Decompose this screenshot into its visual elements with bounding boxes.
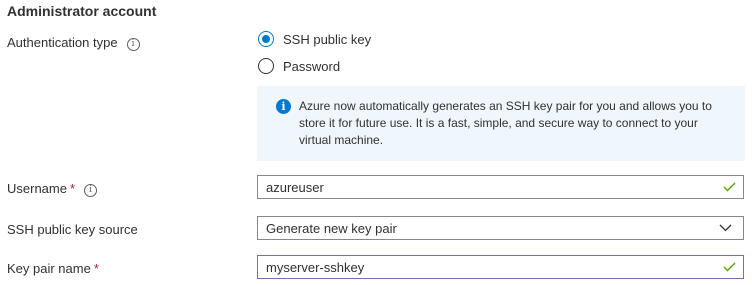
required-mark: *: [93, 261, 99, 276]
info-icon[interactable]: i: [126, 38, 140, 51]
checkmark-icon: [719, 262, 739, 272]
info-message-box: i Azure now automatically generates an S…: [257, 86, 745, 161]
authentication-type-label-row: Authentication type i: [7, 35, 140, 51]
radio-ssh-public-key[interactable]: SSH public key: [258, 31, 371, 47]
radio-label-password: Password: [283, 58, 341, 74]
key-pair-name-label: Key pair name: [7, 261, 91, 276]
radio-label-ssh-public-key: SSH public key: [283, 31, 372, 47]
key-pair-name-value[interactable]: myserver-sshkey: [258, 260, 719, 275]
required-mark: *: [69, 181, 76, 196]
authentication-type-label: Authentication type: [7, 35, 118, 50]
ssh-key-source-dropdown[interactable]: Generate new key pair: [257, 216, 744, 240]
username-label-row: Username * i: [7, 181, 98, 197]
key-pair-name-input[interactable]: myserver-sshkey: [257, 255, 744, 279]
key-pair-name-label-row: Key pair name *: [7, 261, 99, 276]
info-message-text: Azure now automatically generates an SSH…: [299, 99, 712, 147]
radio-button-selected[interactable]: [258, 31, 274, 47]
info-filled-icon: i: [276, 99, 291, 114]
username-value[interactable]: azureuser: [258, 180, 719, 195]
ssh-key-source-label: SSH public key source: [7, 222, 138, 237]
chevron-down-icon[interactable]: [715, 224, 735, 232]
ssh-key-source-value: Generate new key pair: [266, 220, 397, 236]
radio-password[interactable]: Password: [258, 58, 340, 74]
checkmark-icon: [719, 182, 739, 192]
section-title: Administrator account: [7, 3, 157, 19]
username-input[interactable]: azureuser: [257, 175, 744, 199]
info-icon[interactable]: i: [84, 184, 98, 197]
radio-button[interactable]: [258, 58, 274, 74]
username-label: Username: [7, 181, 67, 196]
